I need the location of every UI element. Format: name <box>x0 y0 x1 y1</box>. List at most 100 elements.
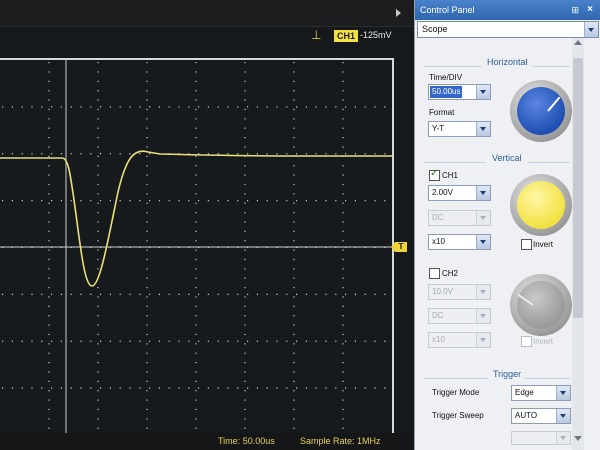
grid-dot <box>227 340 229 342</box>
grid-dot <box>244 362 246 364</box>
chevron-down-icon <box>476 211 490 225</box>
grid-dot <box>100 106 102 108</box>
waveform-grid[interactable] <box>0 58 394 437</box>
grid-dot <box>48 371 50 373</box>
ch2-checkbox[interactable] <box>429 268 440 279</box>
grid-dot <box>97 62 99 64</box>
vertical-section-title: Vertical <box>492 153 522 163</box>
grid-dot <box>41 293 43 295</box>
grid-dot <box>244 80 246 82</box>
grid-dot <box>315 153 317 155</box>
grid-dot <box>195 230 197 232</box>
grid-dot <box>146 127 148 129</box>
grid-dot <box>305 200 307 202</box>
ch2-coupling-value: DC <box>432 311 444 320</box>
time-div-select[interactable]: 50.00us <box>428 84 491 100</box>
grid-dot <box>146 277 148 279</box>
format-label: Format <box>429 108 455 117</box>
grid-dot <box>244 146 246 148</box>
grid-dot <box>97 108 99 111</box>
trigger-mode-select[interactable]: Edge <box>511 385 571 401</box>
grid-dot <box>48 427 50 429</box>
grid-dot <box>342 174 344 176</box>
grid-dot <box>195 408 197 411</box>
panel-scroll-thumb[interactable] <box>573 58 583 318</box>
trigger-channel-badge: CH1 <box>334 30 359 42</box>
grid-dot <box>364 106 366 108</box>
trigger-level-marker[interactable]: T <box>391 242 407 252</box>
instrument-select[interactable]: Scope <box>417 21 599 38</box>
grid-dot <box>195 202 197 204</box>
chevron-down-icon[interactable] <box>476 235 490 249</box>
expand-arrow-icon[interactable] <box>396 9 401 17</box>
ch2-volts-knob <box>517 281 565 329</box>
grid-dot <box>146 371 148 373</box>
grid-dot <box>305 106 307 108</box>
grid-dot <box>195 240 197 242</box>
grid-dot <box>293 193 295 195</box>
grid-dot <box>2 106 4 108</box>
control-panel-titlebar[interactable]: Control Panel ⊞ × <box>415 0 600 20</box>
grid-dot <box>188 200 190 202</box>
grid-dot <box>315 340 317 342</box>
grid-dot <box>217 340 219 342</box>
grid-dot <box>146 165 148 167</box>
grid-dot <box>48 174 50 176</box>
chevron-down-icon[interactable] <box>556 386 570 400</box>
sample-rate-value: 1MHz <box>357 436 381 446</box>
scroll-up-icon[interactable] <box>574 40 582 45</box>
ch1-invert-checkbox[interactable] <box>521 239 532 250</box>
grid-dot <box>335 200 337 202</box>
grid-dot <box>342 277 344 279</box>
ch1-volts-select[interactable]: 2.00V <box>428 185 491 201</box>
grid-dot <box>315 293 317 295</box>
grid-dot <box>293 174 295 176</box>
time-div-value: 50.00us <box>430 86 463 98</box>
grid-dot <box>70 340 72 342</box>
scroll-down-icon[interactable] <box>574 436 582 441</box>
chevron-down-icon[interactable] <box>584 22 598 37</box>
format-select[interactable]: Y-T <box>428 121 491 137</box>
grid-dot <box>90 387 92 389</box>
grid-dot <box>354 340 356 342</box>
grid-dot <box>384 153 386 155</box>
horizontal-timebase-knob[interactable] <box>517 87 565 135</box>
grid-dot <box>80 106 82 108</box>
grid-dot <box>60 387 62 389</box>
ch1-checkbox[interactable] <box>429 168 440 181</box>
grid-dot <box>48 99 50 101</box>
grid-dot <box>342 399 344 401</box>
ch1-volts-knob[interactable] <box>517 181 565 229</box>
sample-rate-label: Sample Rate: <box>300 436 355 446</box>
grid-dot <box>293 202 295 204</box>
grid-dot <box>244 418 246 420</box>
grid-dot <box>247 153 249 155</box>
grid-dot <box>195 118 197 120</box>
chevron-down-icon[interactable] <box>476 85 490 99</box>
time-div-label: Time/DIV <box>429 73 463 82</box>
knob-pointer <box>517 293 534 306</box>
divider <box>533 66 570 67</box>
grid-dot <box>80 200 82 202</box>
grid-dot <box>97 258 99 261</box>
grid-dot <box>293 390 295 392</box>
ch1-probe-select[interactable]: x10 <box>428 234 491 250</box>
grid-dot <box>48 315 50 317</box>
grid-dot <box>198 106 200 108</box>
chevron-down-icon[interactable] <box>556 409 570 423</box>
close-icon[interactable]: × <box>587 0 593 20</box>
grid-dot <box>293 287 295 289</box>
chevron-down-icon[interactable] <box>476 186 490 200</box>
pin-icon[interactable]: ⊞ <box>571 0 579 20</box>
grid-dot <box>195 165 197 167</box>
time-label: Time: <box>218 436 241 446</box>
grid-dot <box>146 324 148 326</box>
grid-dot <box>97 165 99 167</box>
grid-dot <box>293 80 295 82</box>
grid-dot <box>293 221 295 223</box>
ch1-coupling-select[interactable]: DC <box>428 210 491 226</box>
trigger-sweep-select[interactable]: AUTO <box>511 408 571 424</box>
chevron-down-icon[interactable] <box>476 122 490 136</box>
grid-dot <box>374 293 376 295</box>
grid-dot <box>342 287 344 289</box>
